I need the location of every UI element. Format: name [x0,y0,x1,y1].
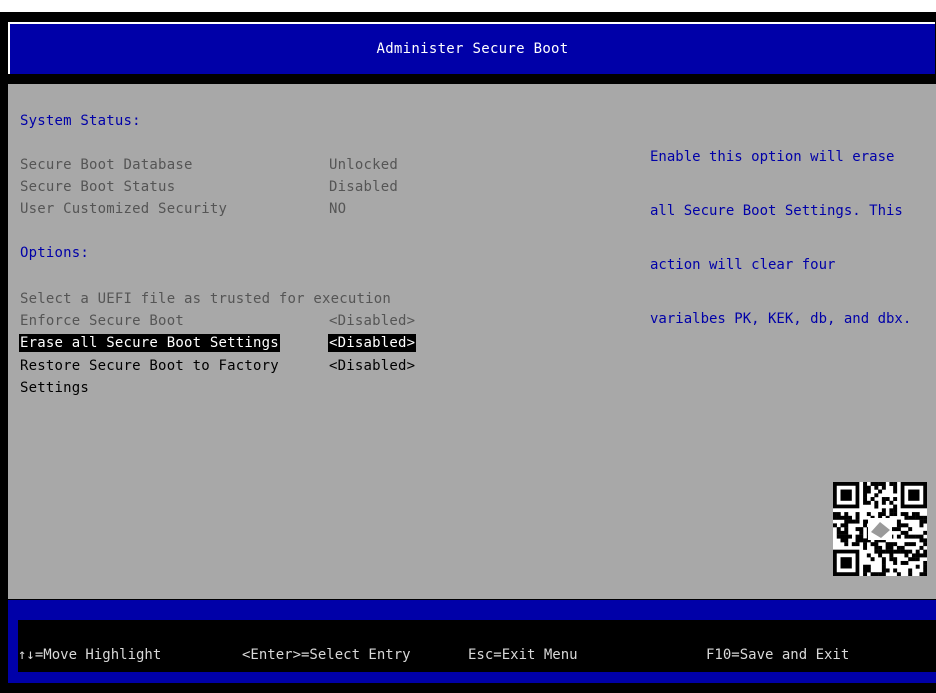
help-line: all Secure Boot Settings. This [650,203,903,219]
secure-boot-status-value: Disabled [329,179,399,195]
help-panel: Enable this option will erase all Secure… [650,112,936,364]
footer-save-exit: F10=Save and Exit [706,647,850,663]
main-panel: System Status: Secure Boot Database Unlo… [8,84,936,599]
top-border [0,0,936,12]
qr-code-graphic [833,482,928,577]
erase-secure-boot-settings-value[interactable]: <Disabled> [328,334,417,352]
system-status-heading: System Status: [20,113,141,129]
bios-screen: Administer Secure Boot System Status: Se… [0,0,936,693]
footer-bar: ↑↓=Move Highlight <Enter>=Select Entry E… [8,600,936,683]
user-customized-security-value: NO [329,201,347,217]
trusted-file-option[interactable]: Select a UEFI file as trusted for execut… [20,290,391,308]
footer-exit-menu: Esc=Exit Menu [468,647,578,663]
user-customized-security-label: User Customized Security [20,201,228,217]
footer-move-highlight: ↑↓=Move Highlight [18,647,162,663]
erase-secure-boot-settings-label[interactable]: Erase all Secure Boot Settings [19,334,280,352]
enforce-secure-boot-value[interactable]: <Disabled> [329,312,415,330]
enforce-secure-boot-label[interactable]: Enforce Secure Boot [20,312,184,330]
options-heading: Options: [20,245,90,261]
footer-hints: ↑↓=Move Highlight <Enter>=Select Entry E… [18,620,936,672]
footer-select-entry: <Enter>=Select Entry [242,647,411,663]
help-line: Enable this option will erase [650,149,895,165]
help-line: action will clear four [650,257,836,273]
secure-boot-database-value: Unlocked [329,157,399,173]
restore-factory-label[interactable]: Restore Secure Boot to Factory [20,357,279,375]
secure-boot-database-label: Secure Boot Database [20,157,193,173]
title-bar: Administer Secure Boot [8,22,935,74]
restore-factory-label-line2[interactable]: Settings [20,379,89,397]
secure-boot-status-label: Secure Boot Status [20,179,176,195]
restore-factory-value[interactable]: <Disabled> [329,357,415,375]
page-title: Administer Secure Boot [376,41,569,57]
qr-code-icon [833,482,928,577]
help-line: varialbes PK, KEK, db, and dbx. [650,311,912,327]
